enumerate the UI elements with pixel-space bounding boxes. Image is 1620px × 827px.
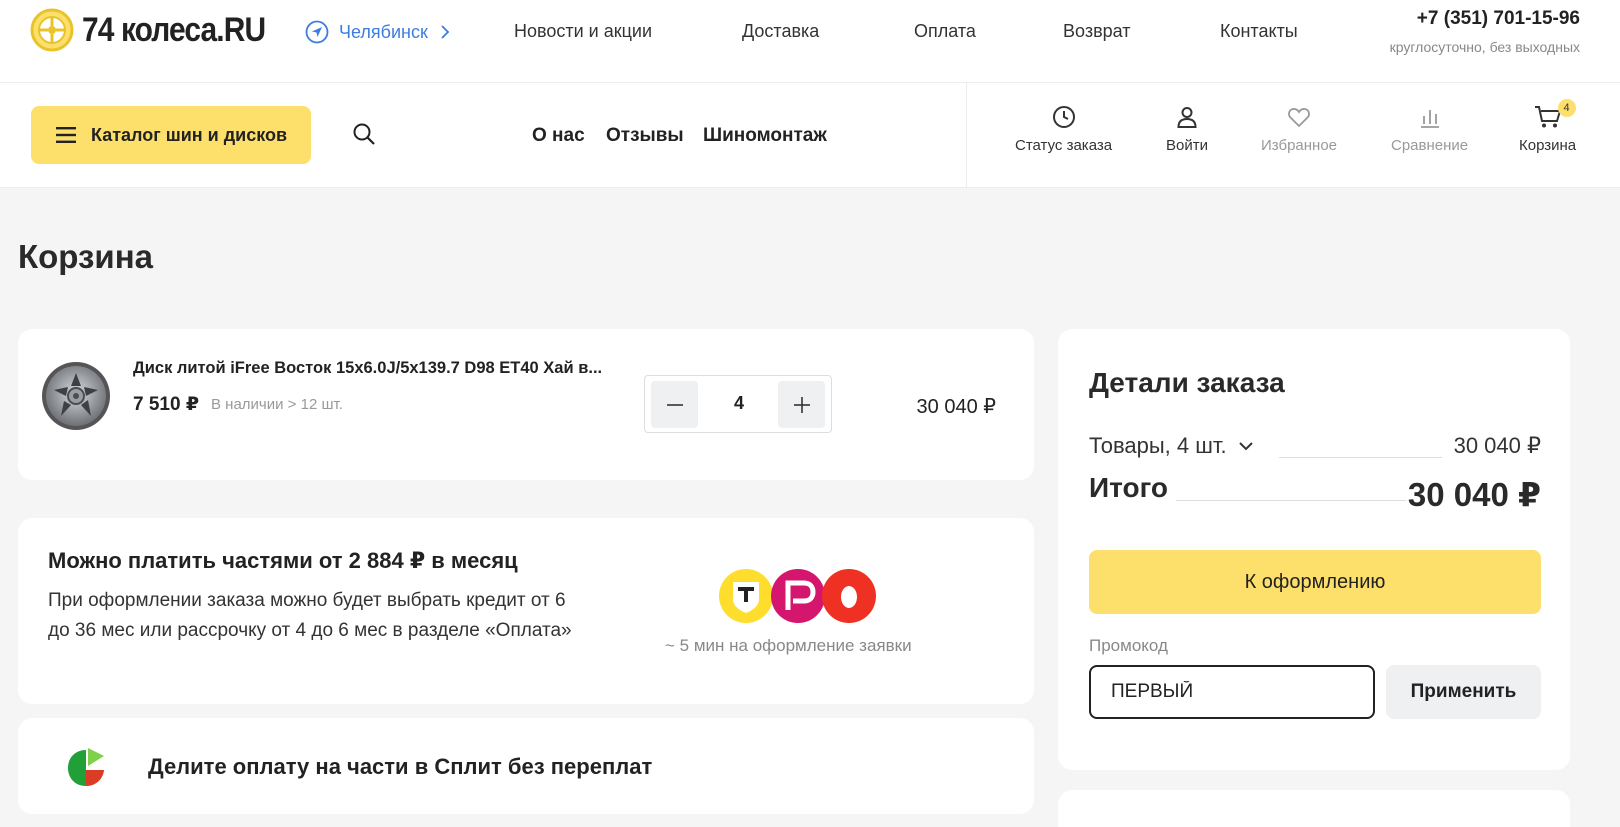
nav-reviews[interactable]: Отзывы [606, 125, 684, 147]
catalog-label: Каталог шин и дисков [91, 124, 288, 145]
city-selector[interactable]: Челябинск [305, 20, 460, 44]
order-details-card: Детали заказа Товары, 4 шт. 30 040 ₽ Ито… [1058, 329, 1570, 770]
login-label: Войти [1166, 137, 1208, 154]
apply-promo-button[interactable]: Применить [1386, 665, 1541, 719]
compare-bars-icon [1420, 110, 1439, 128]
compare-label: Сравнение [1391, 137, 1469, 154]
promo-label: Промокод [1089, 636, 1168, 655]
favorites-label: Избранное [1261, 137, 1338, 154]
cart-button[interactable]: 4 Корзина [1519, 99, 1577, 154]
nav-delivery[interactable]: Доставка [742, 21, 819, 42]
goods-label: Товары, 4 шт. [1089, 433, 1227, 458]
heart-icon [1288, 108, 1310, 128]
nav-divider [966, 83, 967, 188]
clock-icon [1052, 106, 1075, 128]
wheel-logo-icon [30, 8, 74, 52]
bank-logos [719, 569, 876, 623]
phone-number[interactable]: +7 (351) 701-15-96 [1390, 8, 1580, 30]
decrease-quantity-button[interactable] [651, 381, 698, 428]
goods-toggle[interactable]: Товары, 4 шт. [1089, 433, 1253, 459]
checkout-button[interactable]: К оформлению [1089, 550, 1541, 614]
installment-info-card: Можно платить частями от 2 884 ₽ в месяц… [18, 518, 1034, 704]
split-text: Делите оплату на части в Сплит без переп… [148, 754, 653, 779]
next-panel-card [1058, 790, 1570, 827]
cart-item-card: Диск литой iFree Восток 15x6.0J/5x139.7 … [18, 329, 1034, 480]
chevron-right-icon [441, 25, 450, 39]
total-value: 30 040 ₽ [1407, 476, 1541, 513]
location-arrow-icon [305, 20, 329, 44]
split-logo-icon [68, 748, 104, 786]
goods-summary-row: Товары, 4 шт. 30 040 ₽ [1089, 433, 1541, 463]
pochtabank-logo-icon [771, 569, 825, 623]
split-payment-card[interactable]: Делите оплату на части в Сплит без переп… [18, 718, 1034, 814]
order-details-title: Детали заказа [1089, 367, 1285, 398]
main-nav-bar: Каталог шин и дисков О нас Отзывы Шиномо… [0, 83, 1620, 188]
dotted-leader [1279, 457, 1442, 458]
menu-icon [56, 127, 76, 143]
increase-quantity-button[interactable] [778, 381, 825, 428]
tbank-logo-icon [719, 569, 773, 623]
logo-text: 74 колеса.RU [82, 10, 266, 49]
nav-payment[interactable]: Оплата [914, 21, 976, 42]
login-button[interactable]: Войти [1166, 105, 1208, 154]
compare-button[interactable]: Сравнение [1391, 105, 1468, 154]
plus-icon [793, 396, 810, 413]
total-row: Итого 30 040 ₽ [1089, 472, 1541, 513]
phone-block: +7 (351) 701-15-96 круглосуточно, без вы… [1390, 8, 1580, 55]
favorites-button[interactable]: Избранное [1261, 105, 1337, 154]
alloy-wheel-image[interactable] [40, 360, 112, 432]
search-icon[interactable] [352, 122, 376, 146]
cart-label: Корзина [1519, 137, 1577, 154]
order-status-button[interactable]: Статус заказа [1015, 105, 1112, 154]
phone-note: круглосуточно, без выходных [1389, 39, 1580, 55]
catalog-button[interactable]: Каталог шин и дисков [31, 106, 311, 164]
nav-about[interactable]: О нас [532, 125, 585, 147]
order-status-label: Статус заказа [1015, 137, 1113, 154]
item-total-price: 30 040 ₽ [916, 396, 996, 418]
cart-count-badge: 4 [1557, 99, 1576, 117]
user-icon [1177, 107, 1197, 128]
product-title[interactable]: Диск литой iFree Восток 15x6.0J/5x139.7 … [133, 359, 602, 378]
city-name: Челябинск [339, 21, 428, 42]
page-title: Корзина [18, 238, 153, 275]
minus-icon [666, 403, 683, 406]
total-label: Итого [1089, 472, 1168, 503]
dotted-leader [1176, 500, 1406, 501]
quantity-stepper: 4 [644, 375, 832, 433]
site-logo[interactable]: 74 колеса.RU [30, 8, 290, 52]
installment-title: Можно платить частями от 2 884 ₽ в месяц [48, 548, 518, 573]
installment-description: При оформлении заказа можно будет выбрат… [48, 590, 572, 641]
stock-status: В наличии > 12 шт. [211, 396, 343, 413]
nav-contacts[interactable]: Контакты [1220, 21, 1298, 42]
alfabank-logo-icon [822, 569, 876, 623]
application-time-note: ~ 5 мин на оформление заявки [665, 636, 912, 655]
nav-tire-service[interactable]: Шиномонтаж [703, 125, 827, 147]
quantity-value[interactable]: 4 [701, 393, 777, 414]
chevron-down-icon [1238, 442, 1253, 451]
nav-news[interactable]: Новости и акции [514, 21, 652, 42]
product-price: 7 510 ₽ [133, 394, 200, 415]
goods-value: 30 040 ₽ [1453, 433, 1541, 458]
top-bar: 74 колеса.RU Челябинск Новости и акции Д… [0, 0, 1620, 83]
nav-return[interactable]: Возврат [1063, 21, 1131, 42]
promo-code-input[interactable] [1089, 665, 1375, 719]
